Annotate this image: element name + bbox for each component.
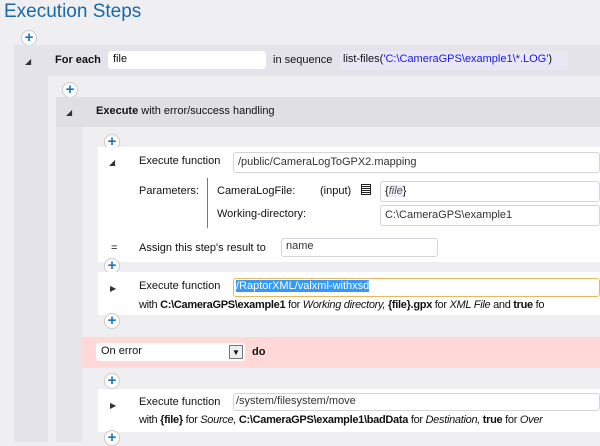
page-title: Execution Steps bbox=[4, 1, 142, 22]
sequence-expression[interactable]: list-files('C:\CameraGPS\example1\*.LOG'… bbox=[340, 51, 568, 70]
expr-argument: 'C:\CameraGPS\example1\*.LOG' bbox=[383, 53, 549, 65]
expand-step-icon[interactable]: ▶ bbox=[110, 284, 116, 293]
add-step-button[interactable]: + bbox=[104, 373, 120, 389]
do-label: do bbox=[252, 346, 266, 358]
step-label: Execute function bbox=[139, 280, 221, 292]
collapse-step-icon[interactable]: ◢ bbox=[109, 158, 115, 167]
chevron-down-icon[interactable]: ▼ bbox=[229, 345, 243, 359]
step-label: Execute function bbox=[139, 155, 221, 167]
add-step-button[interactable]: + bbox=[104, 430, 120, 446]
function-input[interactable]: /RaptorXML/valxml-withxsd bbox=[233, 278, 600, 297]
function-input[interactable]: /public/CameraLogToGPX2.mapping bbox=[233, 152, 600, 173]
assign-icon: = bbox=[111, 242, 118, 254]
add-step-button[interactable]: + bbox=[21, 30, 37, 46]
in-sequence-label: in sequence bbox=[273, 54, 333, 66]
execute-gutter bbox=[56, 127, 82, 442]
add-step-button[interactable]: + bbox=[62, 82, 78, 98]
param-kind: (input) bbox=[320, 185, 352, 197]
expand-step-icon[interactable]: ▶ bbox=[110, 401, 116, 410]
execute-title: Execute with error/success handling bbox=[96, 105, 275, 117]
step-summary: with C:\CameraGPS\example1 for Working d… bbox=[139, 299, 545, 311]
param-name: Working-directory: bbox=[217, 208, 307, 220]
param-value-input[interactable]: C:\CameraGPS\example1 bbox=[380, 205, 600, 226]
step-label: Execute function bbox=[139, 396, 221, 408]
assign-input[interactable]: name bbox=[281, 238, 438, 257]
divider bbox=[207, 178, 208, 228]
collapse-execute-icon[interactable]: ◢ bbox=[66, 108, 72, 117]
expr-function: list-files( bbox=[343, 53, 384, 65]
step-summary: with {file} for Source, C:\CameraGPS\exa… bbox=[139, 414, 543, 426]
parameters-label: Parameters: bbox=[139, 185, 199, 197]
assign-label: Assign this step's result to bbox=[139, 242, 266, 254]
add-step-button[interactable]: + bbox=[104, 313, 120, 329]
handler-select[interactable]: On error ▼ bbox=[96, 343, 245, 361]
function-input[interactable]: /system/filesystem/move bbox=[233, 393, 600, 411]
param-name: CameraLogFile: bbox=[217, 185, 296, 197]
expr-close: ) bbox=[548, 53, 552, 65]
collapse-foreach-icon[interactable]: ◢ bbox=[25, 57, 31, 66]
param-value-input[interactable]: {file} bbox=[380, 181, 600, 202]
foreach-label: For each bbox=[55, 54, 101, 66]
foreach-variable-input[interactable]: file bbox=[108, 51, 266, 69]
document-icon[interactable] bbox=[361, 184, 371, 195]
